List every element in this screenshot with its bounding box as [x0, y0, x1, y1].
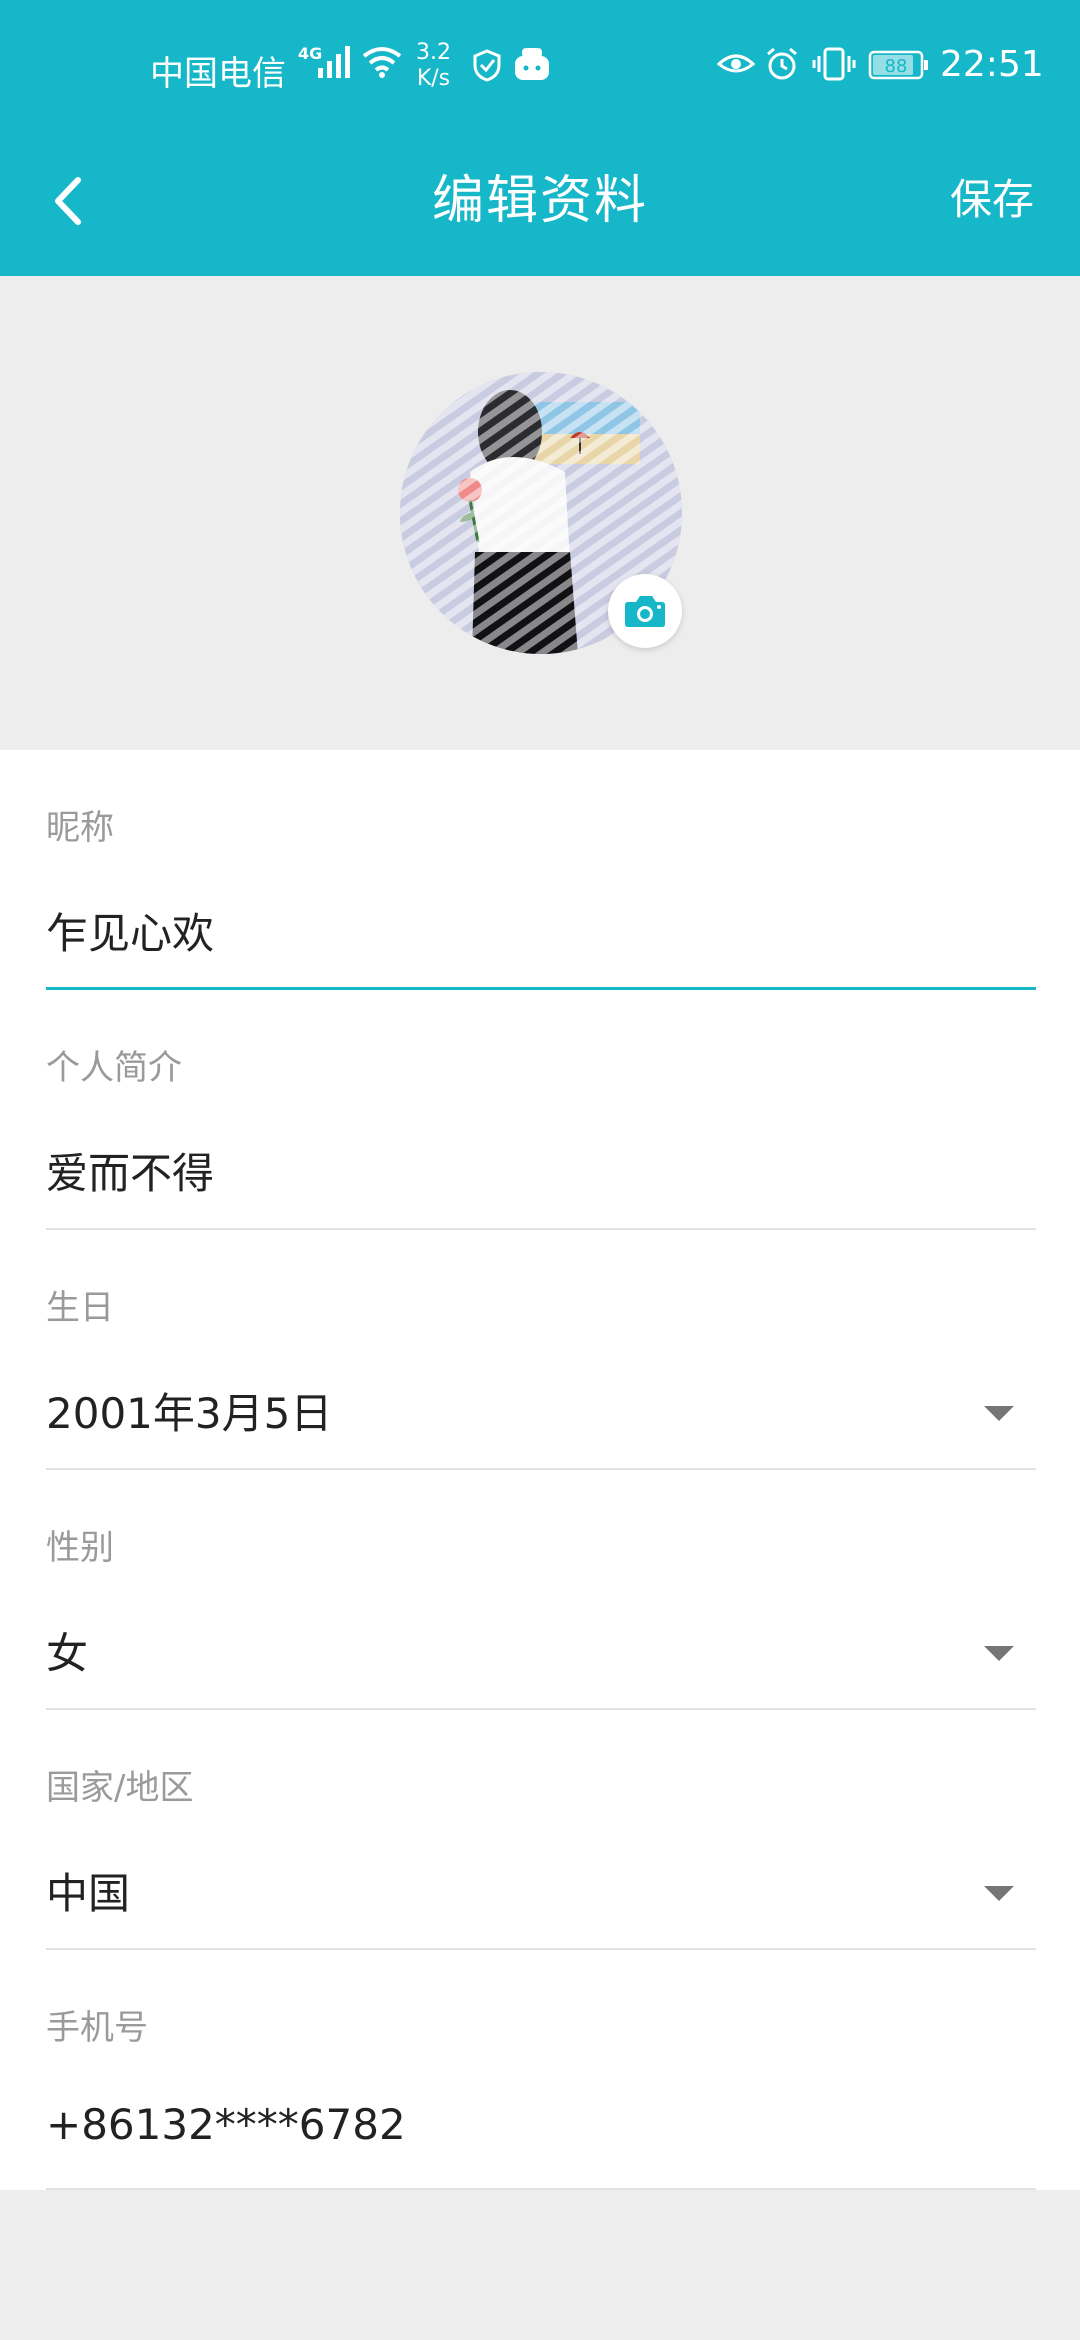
app-notification-icon	[515, 48, 549, 80]
bio-field[interactable]: 个人简介 爱而不得	[46, 990, 1036, 1230]
network-speed: 3.2 K/s	[416, 40, 451, 91]
profile-form: 昵称 乍见心欢 个人简介 爱而不得 生日 2001年3月5日 性别 女 国家/地…	[0, 750, 1080, 2190]
gender-field[interactable]: 性别 女	[46, 1470, 1036, 1710]
phone-value[interactable]: +86132****6782	[46, 2100, 406, 2149]
camera-icon	[625, 596, 665, 627]
eye-comfort-icon	[716, 54, 756, 73]
region-select[interactable]: 中国	[46, 1860, 130, 1921]
alarm-icon	[767, 47, 797, 80]
phone-label: 手机号	[46, 2008, 148, 2048]
birthday-field[interactable]: 生日 2001年3月5日	[46, 1230, 1036, 1470]
region-label: 国家/地区	[46, 1768, 194, 1808]
dropdown-arrow-icon[interactable]	[984, 1406, 1014, 1421]
gender-label: 性别	[46, 1528, 114, 1568]
clock: 22:51	[940, 44, 1044, 85]
bio-label: 个人简介	[46, 1048, 182, 1088]
birthday-label: 生日	[46, 1288, 114, 1328]
dropdown-arrow-icon[interactable]	[984, 1646, 1014, 1661]
wifi-icon	[362, 47, 402, 78]
gender-select[interactable]: 女	[46, 1620, 88, 1681]
battery-icon: 88	[868, 50, 928, 80]
status-bar: 中国电信 4G 3.2 K/s 88 22:51	[0, 0, 1080, 130]
signal-icon	[318, 46, 350, 78]
nickname-field[interactable]: 昵称 乍见心欢	[46, 750, 1036, 990]
carrier-name: 中国电信	[150, 54, 286, 94]
page-title: 编辑资料	[431, 171, 648, 231]
change-avatar-button[interactable]	[608, 574, 682, 648]
bio-input[interactable]: 爱而不得	[46, 1140, 214, 1201]
svg-text:88: 88	[885, 56, 908, 77]
region-field[interactable]: 国家/地区 中国	[46, 1710, 1036, 1950]
nickname-input[interactable]: 乍见心欢	[46, 900, 214, 961]
avatar-section	[0, 276, 1080, 750]
phone-field[interactable]: 手机号 +86132****6782	[46, 1950, 1036, 2190]
app-header: 中国电信 4G 3.2 K/s 88 22:51 编辑资料 保存	[0, 0, 1080, 276]
dropdown-arrow-icon[interactable]	[984, 1886, 1014, 1901]
vibrate-icon	[812, 47, 856, 81]
save-button[interactable]: 保存	[950, 166, 1034, 227]
shield-icon	[473, 49, 501, 82]
title-bar: 编辑资料 保存	[0, 130, 1080, 276]
nickname-label: 昵称	[46, 808, 114, 848]
birthday-select[interactable]: 2001年3月5日	[46, 1380, 332, 1441]
